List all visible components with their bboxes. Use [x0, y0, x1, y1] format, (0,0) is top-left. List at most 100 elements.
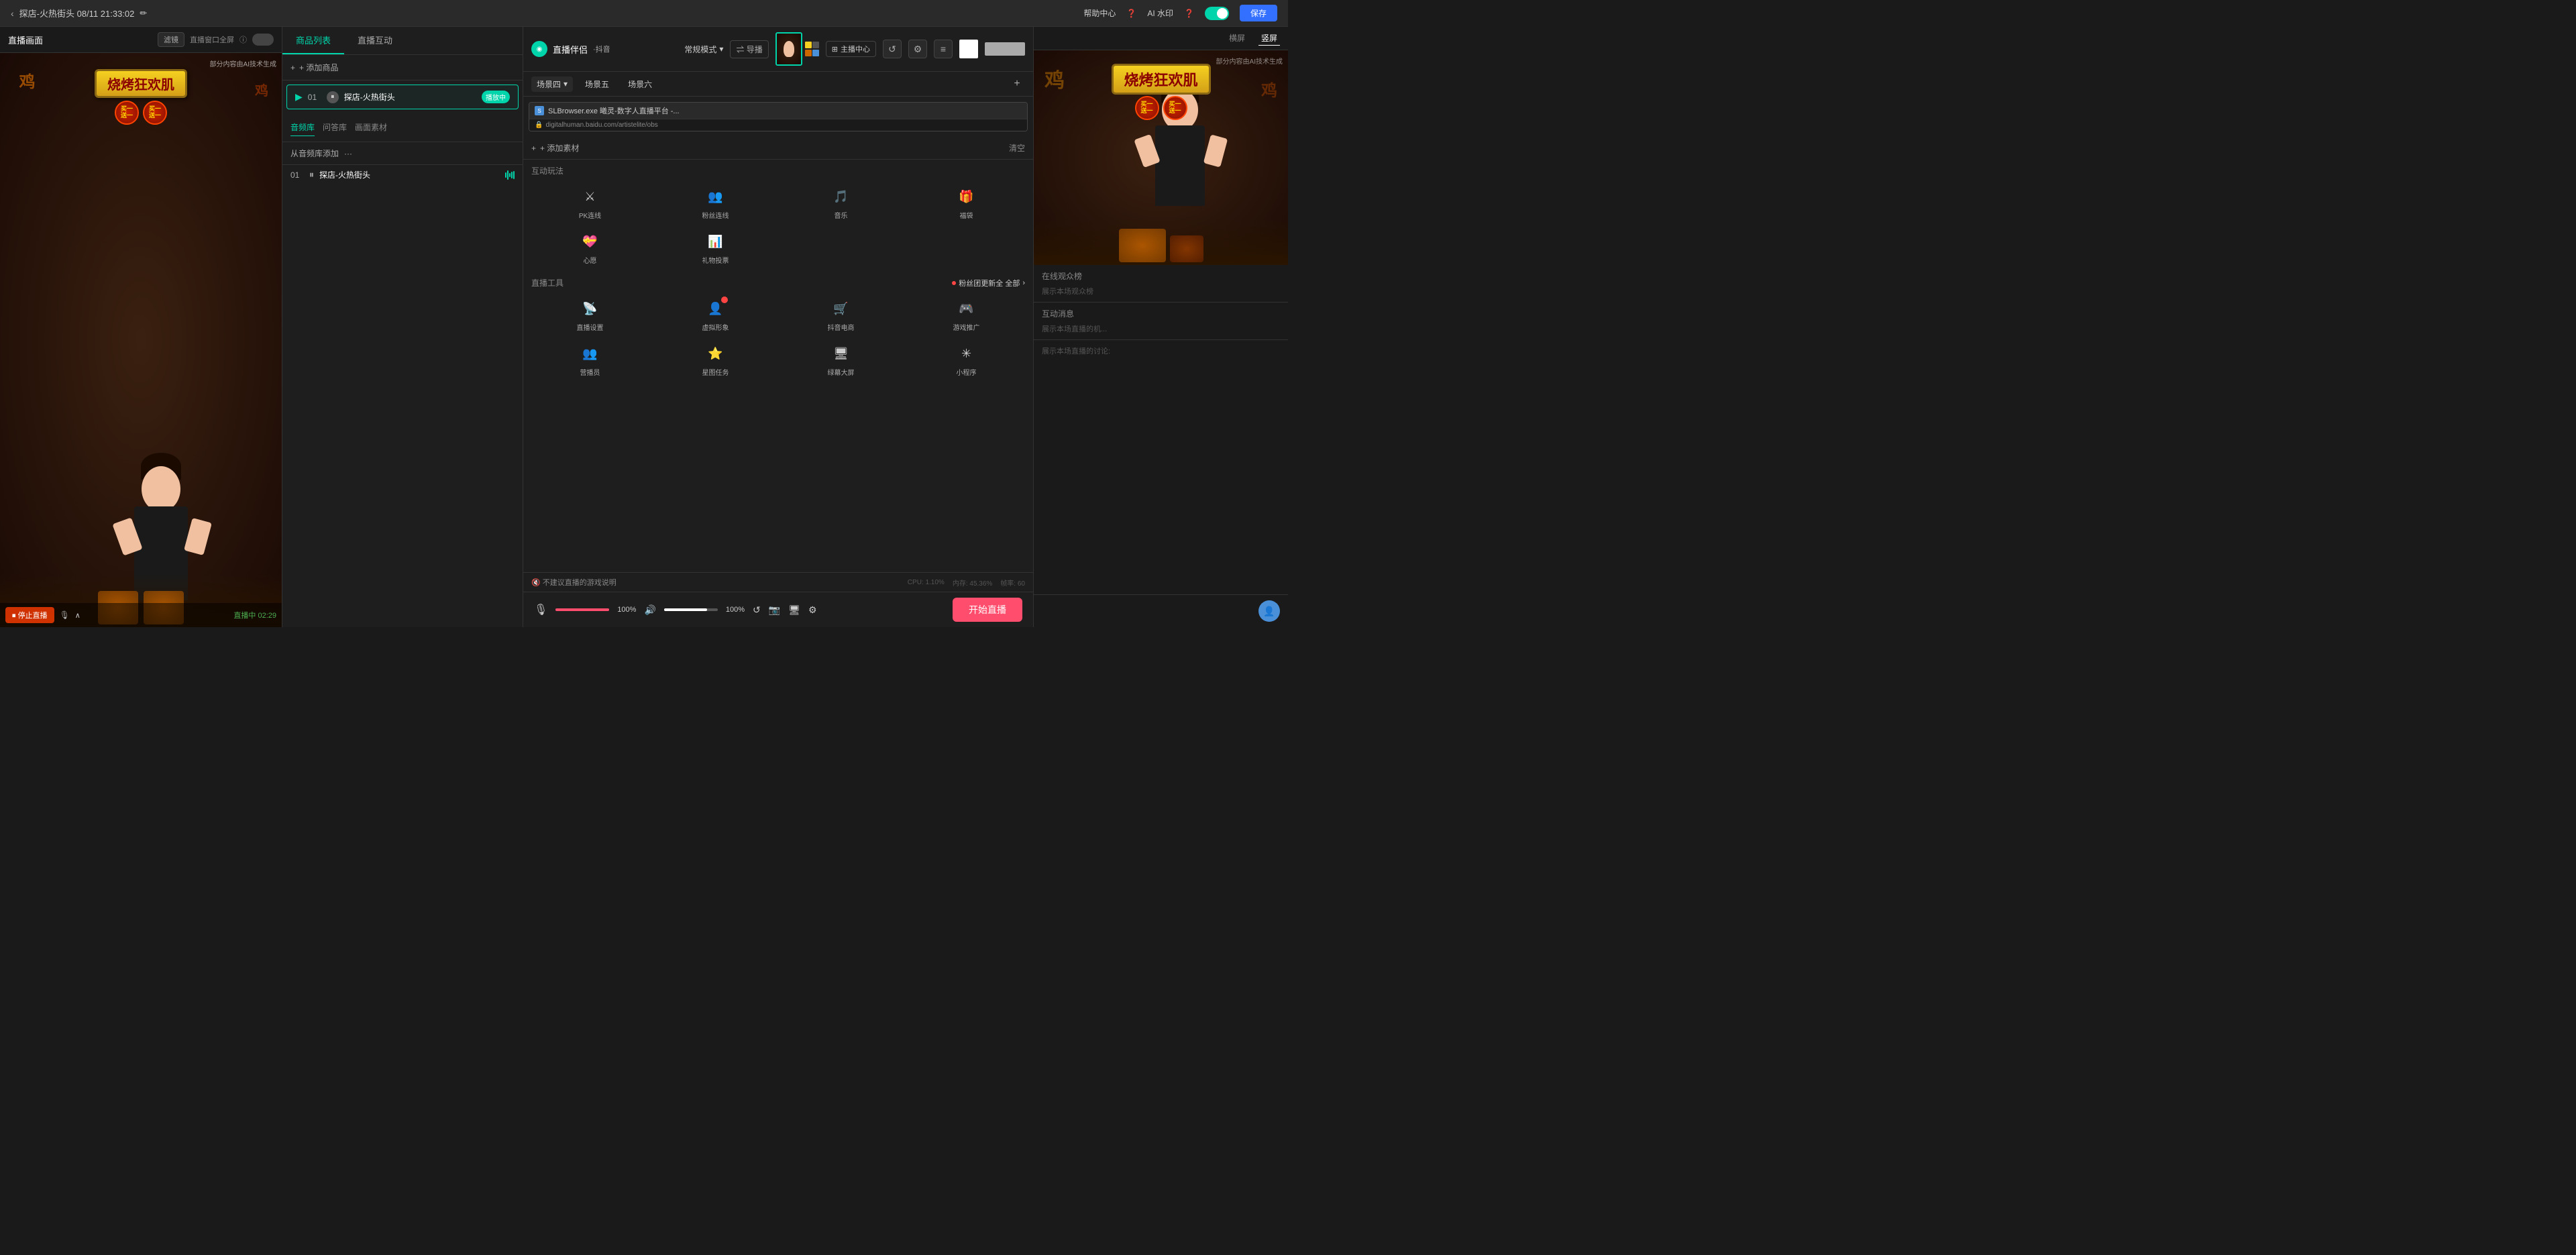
volume-track-2[interactable] [664, 608, 718, 611]
scene-selector[interactable]: 场景四 ▾ [531, 76, 573, 92]
browser-url[interactable]: digitalhuman.baidu.com/artistelite/obs [545, 121, 657, 129]
green-screen-icon: 🖥 [830, 343, 852, 364]
color-swatches [805, 42, 819, 56]
store-sign-left: 鸡 [13, 73, 37, 89]
volume-pct-2: 100% [726, 606, 745, 614]
guide-export-btn[interactable]: ⇌ 导播 [730, 40, 768, 58]
tab-product-list[interactable]: 商品列表 [282, 27, 344, 54]
mic-bottom-icon[interactable]: 🎙 [60, 610, 70, 620]
chevron-down-icon: ▾ [719, 44, 723, 54]
tool-ecommerce[interactable]: 🛒 抖音电商 [780, 294, 902, 336]
companion-title: ◉ 直播伴侣 ·抖音 [531, 41, 610, 57]
mic-toolbar-icon[interactable]: 🎙 [534, 603, 547, 616]
wish-item[interactable]: 💝 心愿 [529, 227, 651, 269]
tab-qa[interactable]: 问答库 [323, 119, 347, 136]
right-panel: 横屏 竖屏 鸡 鸡 部分内容由AI技术生成 烧烤狂欢肌 买一送一 买一送一 [1033, 27, 1288, 627]
tool-game-promo[interactable]: 🎮 游戏推广 [905, 294, 1028, 336]
help-center-label[interactable]: 帮助中心 [1083, 7, 1116, 19]
gear-toolbar-icon[interactable]: ⚙ [808, 604, 817, 616]
white-square-btn[interactable] [959, 40, 978, 58]
pk-connect-item[interactable]: ⚔ PK连线 [529, 182, 651, 224]
fullscreen-label[interactable]: 直播窗口全屏 [190, 34, 234, 45]
save-button[interactable]: 保存 [1240, 5, 1277, 21]
tab-live-interact[interactable]: 直播互动 [344, 27, 406, 54]
fullscreen-toggle[interactable] [252, 34, 274, 46]
scene-five-btn[interactable]: 场景五 [578, 76, 616, 92]
stop-live-button[interactable]: ⏹ 停止直播 [5, 607, 54, 623]
tool-mini-program[interactable]: ✳ 小程序 [905, 339, 1028, 381]
host-center-btn[interactable]: 直播伴侣 ⊞ 主播中心 [826, 41, 876, 57]
no-game-hint[interactable]: 🔇 不建议直播的游戏说明 [531, 577, 616, 588]
swatch-orange [805, 50, 812, 56]
ai-watermark-toggle[interactable] [1205, 7, 1229, 20]
play-icon[interactable]: ▶ [295, 91, 303, 103]
add-product-row[interactable]: + + 添加商品 [282, 55, 523, 80]
tool-green-screen[interactable]: 🖥 绿幕大屏 [780, 339, 902, 381]
gift-bag-icon: 🎁 [956, 186, 977, 207]
right-panel-bottom: 👤 [1034, 594, 1288, 627]
fans-update-label[interactable]: 粉丝团更新全 全部 [959, 278, 1020, 288]
rotate-icon[interactable]: ↺ [753, 604, 761, 616]
tab-library[interactable]: 音频库 [290, 119, 315, 136]
avatar-hand-right [184, 518, 212, 555]
tool-broadcaster[interactable]: 👥 营播员 [529, 339, 651, 381]
music-icon: 🎵 [830, 186, 852, 207]
game-promo-icon: 🎮 [956, 298, 977, 319]
tab-vertical[interactable]: 竖屏 [1258, 31, 1280, 46]
mode-selector[interactable]: 常规模式 ▾ [684, 44, 723, 55]
mini-program-label: 小程序 [957, 367, 977, 377]
question-icon-2: ❓ [1184, 9, 1194, 18]
audio-pause-btn[interactable]: ⏸ [309, 169, 314, 180]
stop-live-label: 停止直播 [18, 612, 48, 620]
scene-six-btn[interactable]: 场景六 [621, 76, 659, 92]
tool-star-task[interactable]: ⭐ 星图任务 [654, 339, 777, 381]
back-arrow[interactable]: ‹ [11, 8, 14, 19]
user-avatar-icon[interactable]: 👤 [1258, 600, 1280, 622]
right-circle-1: 买一送一 [1135, 96, 1159, 120]
edit-icon[interactable]: ✏ [140, 8, 147, 19]
menu-btn[interactable]: ≡ [934, 40, 953, 58]
gift-bag-item[interactable]: 🎁 福袋 [905, 182, 1028, 224]
speaker-toolbar-icon[interactable]: 🔊 [644, 604, 655, 616]
chevron-up-icon[interactable]: ∧ [75, 611, 80, 620]
companion-header: ◉ 直播伴侣 ·抖音 常规模式 ▾ ⇌ 导播 [523, 27, 1033, 72]
fans-icon: 👥 [705, 186, 727, 207]
tool-live-settings[interactable]: 📡 直播设置 [529, 294, 651, 336]
online-viewers-section: 在线观众榜 展示本场观众榜 [1034, 265, 1288, 303]
start-live-button[interactable]: 开始直播 [953, 598, 1022, 622]
right-avatar-body [1155, 125, 1205, 206]
camera-icon[interactable]: 📷 [769, 604, 780, 616]
companion-status-bar: 🔇 不建议直播的游戏说明 CPU: 1.10% 内存: 45.36% 帧率: 6… [523, 572, 1033, 592]
add-material-btn[interactable]: + + 添加素材 [531, 142, 579, 154]
from-library-row: 从音频库添加 ··· [282, 142, 523, 165]
volume-track-1[interactable] [555, 608, 609, 611]
from-library-btn[interactable]: 从音频库添加 [290, 148, 339, 159]
thumb-preview-1[interactable] [775, 32, 802, 66]
refresh-btn[interactable]: ↺ [883, 40, 902, 58]
waveform-bar-4 [511, 172, 513, 178]
music-item[interactable]: 🎵 音乐 [780, 182, 902, 224]
tab-canvas[interactable]: 画面素材 [355, 119, 387, 136]
pause-icon[interactable]: ⏸ [327, 91, 339, 103]
monitor-icon[interactable]: 🖥 [788, 604, 800, 616]
bbq-circle-1: 买一送一 [115, 101, 139, 125]
waveform [505, 170, 515, 180]
right-avatar-right-arm [1203, 134, 1228, 167]
tab-horizontal[interactable]: 横屏 [1226, 31, 1248, 46]
gift-vote-item[interactable]: 📊 礼物投票 [654, 227, 777, 269]
info-icon[interactable]: ⓘ [239, 34, 247, 45]
tool-virtual-avatar[interactable]: 👤 虚拟形象 [654, 294, 777, 336]
bbq-banner: 烧烤狂欢肌 买一送一 买一送一 [95, 69, 187, 125]
plus-icon: + [290, 63, 295, 72]
fans-connect-item[interactable]: 👥 粉丝连线 [654, 182, 777, 224]
settings-icon-btn[interactable]: ⚙ [908, 40, 927, 58]
dots-btn[interactable]: ··· [344, 149, 352, 158]
filter-btn[interactable]: 滤镜 [158, 32, 184, 47]
add-scene-btn[interactable]: + [1009, 76, 1025, 92]
browser-titlebar: S SLBrowser.exe 曦灵-数字人直播平台 -... [529, 103, 1027, 119]
thumb-mini-1 [777, 34, 801, 64]
host-center-text: 主播中心 [841, 44, 870, 54]
clear-btn[interactable]: 清空 [1009, 142, 1025, 154]
color-picker[interactable] [985, 42, 1025, 56]
ecommerce-icon: 🛒 [830, 298, 852, 319]
